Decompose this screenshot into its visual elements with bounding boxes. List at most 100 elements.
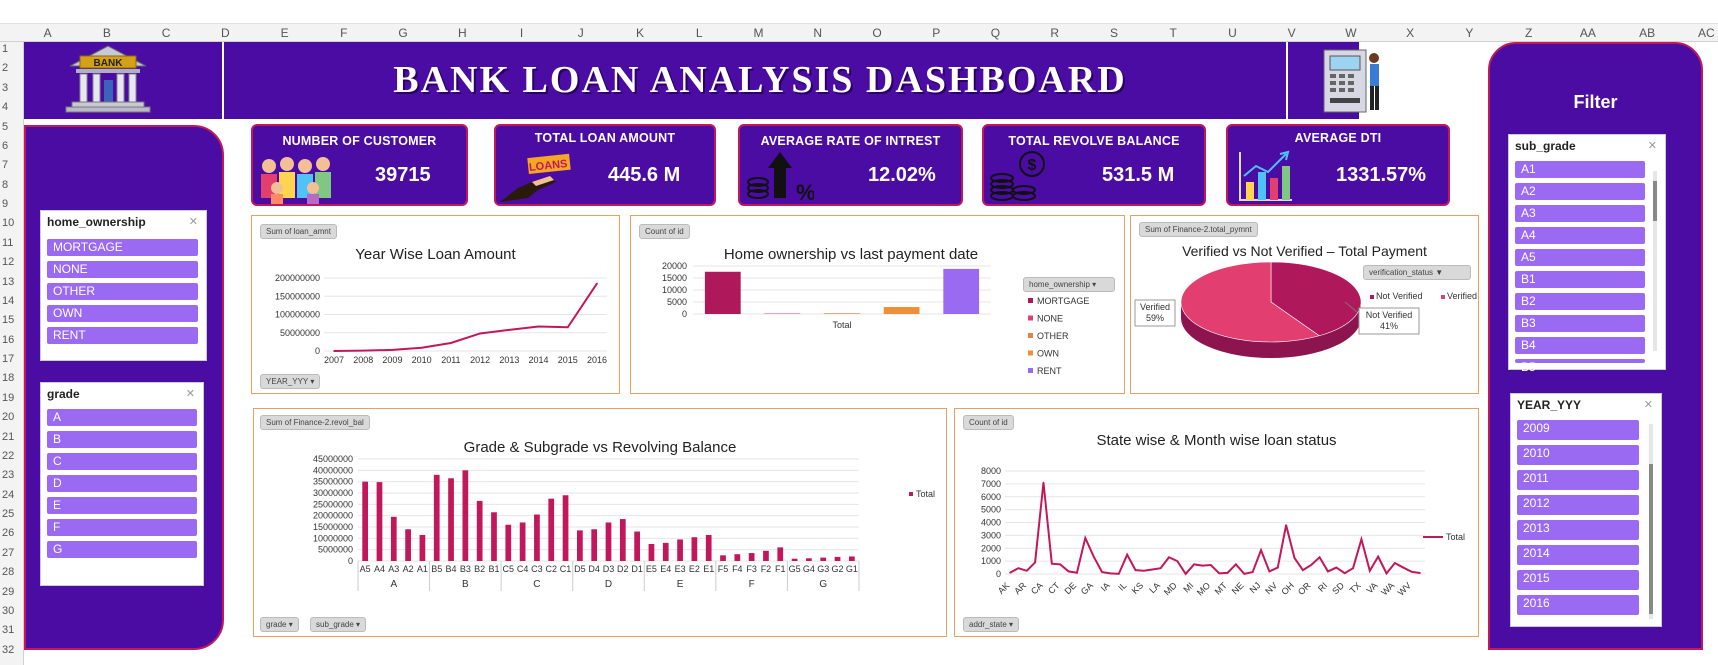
column-header[interactable]: AB: [1639, 26, 1655, 40]
column-header[interactable]: L: [696, 26, 703, 40]
slicer-item[interactable]: 2015: [1517, 570, 1639, 590]
row-header[interactable]: 21: [2, 431, 14, 443]
row-header[interactable]: 6: [2, 140, 8, 152]
clear-filter-icon[interactable]: ✕: [1648, 139, 1657, 152]
row-header[interactable]: 31: [2, 624, 14, 636]
row-header[interactable]: 20: [2, 411, 14, 423]
slicer-item[interactable]: MORTGAGE: [47, 239, 198, 256]
row-header[interactable]: 24: [2, 489, 14, 501]
column-header[interactable]: M: [754, 26, 764, 40]
column-header[interactable]: S: [1110, 26, 1118, 40]
row-header[interactable]: 23: [2, 469, 14, 481]
slicer-item[interactable]: E: [47, 497, 197, 514]
column-header[interactable]: C: [162, 26, 171, 40]
row-header[interactable]: 30: [2, 605, 14, 617]
column-header[interactable]: O: [872, 26, 881, 40]
row-header[interactable]: 18: [2, 372, 14, 384]
row-header[interactable]: 10: [2, 217, 14, 229]
slicer-item[interactable]: B5: [1515, 359, 1645, 374]
row-header[interactable]: 17: [2, 353, 14, 365]
clear-filter-icon[interactable]: ✕: [186, 387, 195, 400]
column-header[interactable]: U: [1228, 26, 1237, 40]
row-header[interactable]: 27: [2, 547, 14, 559]
slicer-item[interactable]: 2011: [1517, 470, 1639, 490]
column-header[interactable]: Y: [1465, 26, 1473, 40]
slicer-item[interactable]: G: [47, 541, 197, 558]
slicer-item[interactable]: A5: [1515, 249, 1645, 266]
column-header[interactable]: T: [1170, 26, 1177, 40]
row-header[interactable]: 26: [2, 527, 14, 539]
slicer-item[interactable]: OTHER: [47, 283, 198, 300]
slicer-item[interactable]: 2012: [1517, 495, 1639, 515]
slicer-item[interactable]: 2014: [1517, 545, 1639, 565]
slicer-item[interactable]: RENT: [47, 327, 198, 344]
row-header[interactable]: 4: [2, 101, 8, 113]
column-header[interactable]: Q: [991, 26, 1000, 40]
row-header[interactable]: 11: [2, 237, 13, 249]
slicer-item[interactable]: OWN: [47, 305, 198, 322]
row-header[interactable]: 16: [2, 334, 14, 346]
slicer-item[interactable]: B3: [1515, 315, 1645, 332]
row-header[interactable]: 5: [2, 121, 8, 133]
row-header[interactable]: 28: [2, 566, 14, 578]
row-header[interactable]: 2: [2, 62, 8, 74]
column-header[interactable]: H: [458, 26, 467, 40]
column-header[interactable]: B: [103, 26, 111, 40]
state-filter-button[interactable]: addr_state ▾: [963, 617, 1020, 632]
column-header[interactable]: P: [932, 26, 940, 40]
slicer-item[interactable]: C: [47, 453, 197, 470]
row-header[interactable]: 8: [2, 179, 8, 191]
row-header[interactable]: 29: [2, 586, 14, 598]
slicer-item[interactable]: F: [47, 519, 197, 536]
grade-filter-button[interactable]: grade ▾: [260, 617, 299, 632]
row-header[interactable]: 15: [2, 314, 14, 326]
column-header[interactable]: N: [813, 26, 822, 40]
slicer-item[interactable]: NONE: [47, 261, 198, 278]
row-header[interactable]: 13: [2, 276, 14, 288]
column-header[interactable]: X: [1406, 26, 1414, 40]
slicer-item[interactable]: B1: [1515, 271, 1645, 288]
column-header[interactable]: K: [636, 26, 644, 40]
scrollbar[interactable]: [1649, 424, 1653, 619]
row-header[interactable]: 32: [2, 644, 14, 656]
slicer-item[interactable]: 2013: [1517, 520, 1639, 540]
slicer-item[interactable]: D: [47, 475, 197, 492]
row-header[interactable]: 12: [2, 256, 14, 268]
slicer-item[interactable]: A2: [1515, 183, 1645, 200]
column-header[interactable]: E: [281, 26, 289, 40]
column-header[interactable]: V: [1288, 26, 1296, 40]
row-header[interactable]: 1: [2, 43, 8, 55]
row-header[interactable]: 22: [2, 450, 14, 462]
column-header[interactable]: Z: [1525, 26, 1532, 40]
clear-filter-icon[interactable]: ✕: [189, 215, 198, 228]
scrollbar[interactable]: [1653, 171, 1657, 351]
column-header[interactable]: AC: [1698, 26, 1715, 40]
column-header[interactable]: A: [44, 26, 52, 40]
year-filter-button[interactable]: YEAR_YYY ▾: [260, 374, 321, 389]
slicer-item[interactable]: B: [47, 431, 197, 448]
scrollbar-thumb[interactable]: [1649, 464, 1653, 614]
formula-bar[interactable]: [0, 0, 1718, 24]
slicer-item[interactable]: 2016: [1517, 595, 1639, 615]
slicer-item[interactable]: A: [47, 409, 197, 426]
row-header[interactable]: 7: [2, 159, 8, 171]
column-header[interactable]: R: [1050, 26, 1059, 40]
column-header[interactable]: J: [578, 26, 584, 40]
slicer-item[interactable]: A1: [1515, 161, 1645, 178]
slicer-item[interactable]: A4: [1515, 227, 1645, 244]
slicer-item[interactable]: 2009: [1517, 420, 1639, 440]
column-header[interactable]: AA: [1580, 26, 1596, 40]
row-header[interactable]: 9: [2, 198, 8, 210]
slicer-item[interactable]: B2: [1515, 293, 1645, 310]
row-header[interactable]: 25: [2, 508, 14, 520]
row-header[interactable]: 14: [2, 295, 14, 307]
slicer-item[interactable]: 2010: [1517, 445, 1639, 465]
column-header[interactable]: F: [340, 26, 347, 40]
row-header[interactable]: 19: [2, 392, 14, 404]
subgrade-filter-button[interactable]: sub_grade ▾: [310, 617, 367, 632]
column-header[interactable]: I: [520, 26, 523, 40]
column-header[interactable]: G: [398, 26, 407, 40]
scrollbar-thumb[interactable]: [1653, 181, 1657, 221]
column-header[interactable]: D: [221, 26, 230, 40]
column-header[interactable]: W: [1345, 26, 1356, 40]
